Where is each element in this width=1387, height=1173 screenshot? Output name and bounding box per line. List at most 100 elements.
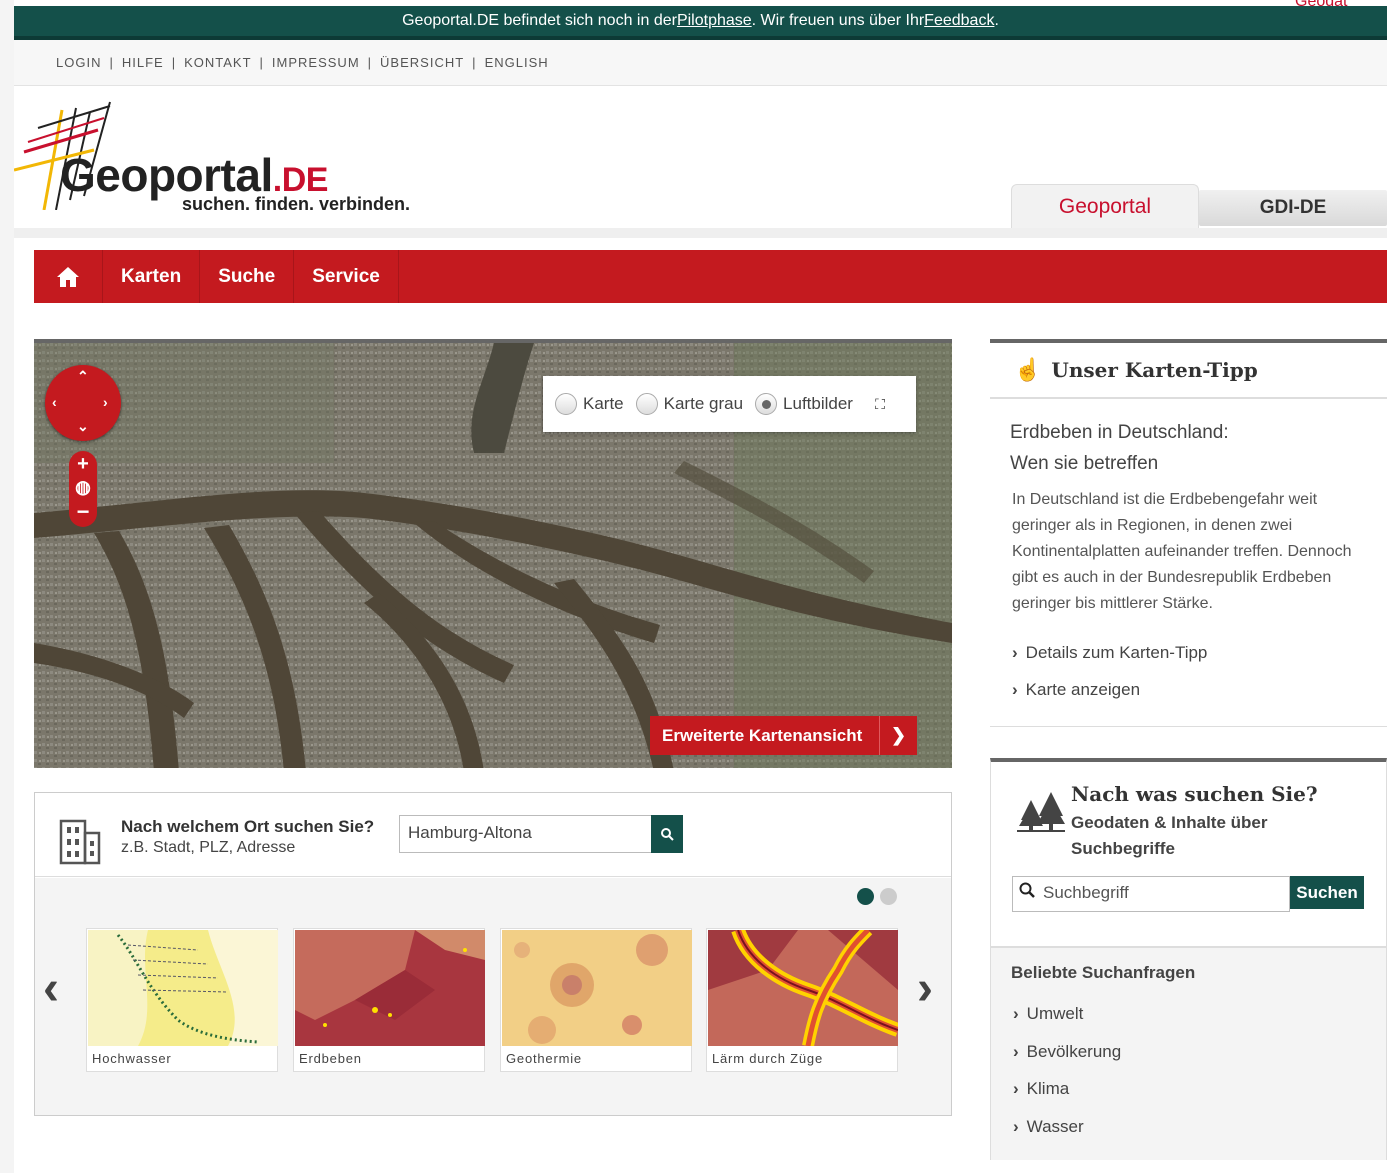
- tip-heading-text: Unser Karten-Tipp: [1051, 358, 1258, 382]
- separator: |: [109, 55, 114, 70]
- carousel-dot-1[interactable]: [857, 888, 874, 905]
- carousel-prev-icon[interactable]: ‹: [43, 965, 59, 1013]
- separator: |: [367, 55, 373, 70]
- pan-left-icon[interactable]: ‹: [52, 395, 57, 409]
- radio-luftbilder[interactable]: [755, 393, 778, 415]
- thumb-hochwasser-image: [88, 930, 278, 1046]
- carousel-dot-2[interactable]: [880, 888, 897, 905]
- thumb-laerm-image: [708, 930, 898, 1046]
- building-icon: [59, 819, 101, 865]
- carousel-next-icon[interactable]: ›: [917, 965, 933, 1013]
- popular-item-label: Umwelt: [1026, 1004, 1084, 1023]
- pan-right-icon[interactable]: ›: [103, 395, 108, 409]
- carousel-item-laerm-zuege[interactable]: Lärm durch Züge: [706, 928, 898, 1072]
- zoom-out-icon[interactable]: −: [69, 499, 97, 525]
- carousel-item-geothermie[interactable]: Geothermie: [500, 928, 692, 1072]
- tab-gdi-de[interactable]: GDI-DE: [1199, 190, 1387, 226]
- toplink-impressum[interactable]: IMPRESSUM: [272, 55, 360, 70]
- toplink-english[interactable]: ENGLISH: [485, 55, 549, 70]
- toplink-uebersicht[interactable]: ÜBERSICHT: [380, 55, 464, 70]
- keyword-search-subtitle: Geodaten & Inhalte über Suchbegriffe: [1071, 813, 1268, 858]
- toplink-kontakt[interactable]: KONTAKT: [184, 55, 251, 70]
- nav-home[interactable]: [34, 250, 103, 303]
- tip-link-details[interactable]: › Details zum Karten-Tipp: [1012, 643, 1207, 663]
- thumb-caption: Lärm durch Züge: [712, 1051, 823, 1066]
- pilot-link[interactable]: Pilotphase: [677, 12, 752, 30]
- pan-up-icon[interactable]: ⌃: [77, 369, 89, 383]
- chevron-right-icon: ❯: [879, 716, 917, 755]
- nav-service[interactable]: Service: [294, 250, 399, 303]
- tab-geoportal[interactable]: Geoportal: [1011, 184, 1199, 228]
- carousel-item-erdbeben[interactable]: Erdbeben: [293, 928, 485, 1072]
- portal-tabs: Geoportal GDI-DE: [1011, 184, 1387, 228]
- search-icon: [1019, 882, 1035, 903]
- tip-title-line2: Wen sie betreffen: [1010, 453, 1159, 474]
- separator: |: [171, 55, 177, 70]
- location-search-button[interactable]: [651, 815, 683, 853]
- logo-slogan: suchen. finden. verbinden.: [182, 194, 411, 214]
- location-search-bar: Nach welchem Ort suchen Sie? z.B. Stadt,…: [35, 793, 951, 877]
- keyword-search-input[interactable]: Suchbegriff: [1012, 876, 1290, 912]
- pan-control[interactable]: ⌃ ‹ › ⌄: [45, 365, 121, 441]
- tip-heading: ☝ Unser Karten-Tipp: [990, 343, 1387, 399]
- pan-down-icon[interactable]: ⌄: [77, 419, 89, 433]
- keyword-search-panel: Nach was suchen Sie? Geodaten & Inhalte …: [990, 758, 1387, 1160]
- layer-option-luftbilder[interactable]: Luftbilder: [755, 393, 853, 415]
- main-nav: Karten Suche Service: [34, 250, 1387, 303]
- carousel-item-hochwasser[interactable]: Hochwasser: [86, 928, 278, 1072]
- layer-option-karte[interactable]: Karte: [555, 393, 624, 415]
- location-question: Nach welchem Ort suchen Sie?: [121, 817, 375, 836]
- chevron-right-icon: ›: [1012, 680, 1018, 699]
- popular-item-wasser[interactable]: › Wasser: [1013, 1117, 1084, 1137]
- thumb-geothermie-image: [502, 930, 692, 1046]
- map-viewer[interactable]: ⌃ ‹ › ⌄ + ◍ − Karte Karte grau Luftbilde…: [34, 339, 952, 768]
- layer-option-karte-grau[interactable]: Karte grau: [635, 393, 744, 415]
- location-search-panel: Nach welchem Ort suchen Sie? z.B. Stadt,…: [34, 792, 952, 1116]
- layer-label-luftbilder: Luftbilder: [783, 394, 853, 413]
- chevron-right-icon: ›: [1013, 1117, 1019, 1136]
- chevron-right-icon: ›: [1013, 1004, 1019, 1023]
- nav-karten[interactable]: Karten: [103, 250, 201, 303]
- radio-karte[interactable]: [555, 393, 577, 415]
- popular-item-bevoelkerung[interactable]: › Bevölkerung: [1013, 1042, 1121, 1062]
- feedback-link[interactable]: Feedback: [924, 12, 994, 30]
- tip-link-label: Karte anzeigen: [1025, 680, 1141, 699]
- keyword-search-question: Nach was suchen Sie?: [1071, 782, 1318, 806]
- extended-map-view-label: Erweiterte Kartenansicht: [662, 725, 863, 745]
- zoom-in-icon[interactable]: +: [69, 453, 97, 476]
- tip-link-show-map[interactable]: › Karte anzeigen: [1012, 680, 1140, 700]
- fullscreen-icon[interactable]: ⛶: [865, 389, 895, 419]
- banner-text-before: Geoportal.DE befindet sich noch in der: [402, 12, 677, 29]
- chevron-right-icon: ›: [1013, 1079, 1019, 1098]
- popular-item-klima[interactable]: › Klima: [1013, 1079, 1069, 1099]
- tip-text: In Deutschland ist die Erdbebengefahr we…: [1012, 491, 1352, 612]
- layer-label-karte: Karte: [583, 394, 624, 413]
- tip-title: Erdbeben in Deutschland: Wen sie betreff…: [1010, 417, 1370, 479]
- layer-label-karte-grau: Karte grau: [663, 394, 744, 413]
- thumb-caption: Geothermie: [506, 1051, 582, 1066]
- thumb-caption: Hochwasser: [92, 1051, 172, 1066]
- location-input[interactable]: Hamburg-Altona: [399, 815, 653, 853]
- thumb-caption: Erdbeben: [299, 1051, 362, 1066]
- corner-link-text: Geodat: [1295, 0, 1347, 8]
- keyword-search-button[interactable]: Suchen: [1290, 876, 1364, 909]
- extended-map-view-button[interactable]: Erweiterte Kartenansicht ❯: [650, 716, 917, 755]
- radio-karte-grau[interactable]: [635, 393, 658, 415]
- popular-item-umwelt[interactable]: › Umwelt: [1013, 1004, 1083, 1024]
- corner-link[interactable]: Geodat: [1277, 0, 1387, 8]
- tip-link-label: Details zum Karten-Tipp: [1025, 643, 1208, 662]
- location-hint: z.B. Stadt, PLZ, Adresse: [121, 839, 296, 856]
- carousel-pager: [857, 888, 897, 905]
- toplink-login[interactable]: LOGIN: [56, 55, 101, 70]
- search-icon: [661, 828, 674, 841]
- pilot-banner: Geoportal.DE befindet sich noch in der P…: [14, 6, 1387, 40]
- nav-suche[interactable]: Suche: [200, 250, 295, 303]
- toplink-hilfe[interactable]: HILFE: [122, 55, 164, 70]
- popular-searches-heading: Beliebte Suchanfragen: [1011, 963, 1196, 982]
- logo[interactable]: Geoportal.DE suchen. finden. verbinden.: [14, 100, 434, 215]
- zoom-control: + ◍ −: [69, 451, 97, 527]
- map-carousel: ‹ › Hochwasser Erdbeben Geothermie Lärm …: [35, 878, 951, 1115]
- chevron-right-icon: ›: [1013, 1042, 1019, 1061]
- globe-icon[interactable]: ◍: [69, 477, 97, 498]
- header-rule: [14, 228, 1387, 238]
